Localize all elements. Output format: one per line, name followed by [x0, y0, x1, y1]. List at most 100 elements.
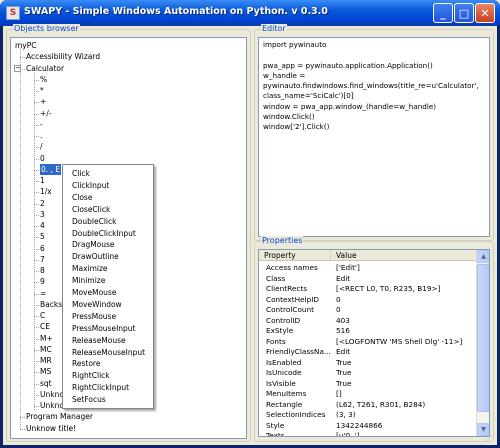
context-menu-item[interactable]: ReleaseMouseInput	[72, 347, 145, 359]
tree-item[interactable]: 5	[40, 231, 45, 242]
property-value: [<RECT L0, T0, R235, B19>]	[336, 284, 441, 293]
property-row[interactable]: Fonts [<LOGFONTW 'MS Shell Dlg' -11>]	[259, 337, 477, 348]
property-row[interactable]: ControlID 403	[259, 316, 477, 327]
property-value: [u'0. ']	[336, 431, 360, 437]
context-menu-item[interactable]: ClickInput	[72, 180, 109, 192]
context-menu-item[interactable]: Restore	[72, 358, 100, 370]
context-menu-item[interactable]: PressMouseInput	[72, 323, 136, 335]
context-menu-item[interactable]: Click	[72, 168, 90, 180]
tree-item[interactable]: Calculator	[26, 63, 64, 74]
maximize-icon: □	[458, 6, 470, 20]
context-menu-item[interactable]: RightClickInput	[72, 382, 129, 394]
tree-item[interactable]: 2	[40, 198, 45, 209]
property-row[interactable]: Style 1342244866	[259, 421, 477, 432]
minimize-button[interactable]: _	[433, 3, 453, 23]
editor-code[interactable]: import pywinauto pwa_app = pywinauto.app…	[263, 40, 479, 133]
tree-item[interactable]: 1	[40, 175, 45, 186]
property-row[interactable]: IsEnabled True	[259, 358, 477, 369]
tree-item[interactable]: -	[40, 119, 43, 130]
property-name: ControlID	[266, 315, 301, 325]
maximize-button[interactable]: □	[454, 3, 474, 23]
tree-item[interactable]: =	[40, 288, 46, 299]
property-value: Edit	[336, 347, 351, 356]
properties-list[interactable]: Property Value Access names ['Edit'] Class…	[258, 249, 490, 437]
title-bar[interactable]: S SWAPY - Simple Windows Automation on P…	[0, 0, 500, 26]
objects-browser-label: Objects browser	[13, 24, 80, 33]
column-header-property[interactable]: Property	[259, 250, 331, 261]
tree-item[interactable]: +	[40, 96, 46, 107]
property-row[interactable]: Class Edit	[259, 274, 477, 285]
property-row[interactable]: IsUnicode True	[259, 368, 477, 379]
tree-item[interactable]: myPC	[15, 40, 37, 51]
context-menu-item[interactable]: SetFocus	[72, 394, 106, 406]
tree-item[interactable]: 1/x	[40, 186, 52, 197]
tree-item[interactable]: MS	[40, 366, 51, 377]
context-menu-item[interactable]: DoubleClickInput	[72, 228, 136, 240]
property-name: Access names	[266, 263, 318, 272]
properties-scrollbar[interactable]: ▲ ▼	[476, 250, 489, 436]
tree-item[interactable]: /	[40, 141, 43, 152]
property-row[interactable]: ExStyle 516	[259, 326, 477, 337]
tree-item[interactable]: +/-	[40, 108, 52, 119]
property-row[interactable]: ClientRects [<RECT L0, T0, R235, B19>]	[259, 284, 477, 295]
property-value: [<LOGFONTW 'MS Shell Dlg' -11>]	[336, 336, 463, 346]
resize-grip-icon[interactable]: ⋰	[485, 434, 495, 444]
context-menu-item[interactable]: Maximize	[72, 263, 108, 275]
tree-item[interactable]: CE	[40, 321, 50, 332]
tree-item[interactable]: Unkno	[40, 400, 64, 411]
context-menu-item[interactable]: DrawOutline	[72, 251, 119, 263]
property-name: Texts	[266, 431, 285, 437]
context-menu-item[interactable]: DoubleClick	[72, 216, 116, 228]
properties-label: Properties	[261, 236, 304, 245]
tree-item[interactable]: Unknow title!	[26, 423, 76, 434]
context-menu-item[interactable]: CloseClick	[72, 204, 110, 216]
tree-item[interactable]: Backs	[40, 299, 62, 310]
property-row[interactable]: SelectionIndices (3, 3)	[259, 410, 477, 421]
tree-item[interactable]: %	[40, 74, 47, 85]
context-menu-item[interactable]: DragMouse	[72, 239, 115, 251]
context-menu-item[interactable]: Minimize	[72, 275, 105, 287]
scrollbar-thumb[interactable]	[477, 264, 489, 412]
context-menu-item[interactable]: MoveMouse	[72, 287, 116, 299]
property-row[interactable]: Access names ['Edit']	[259, 263, 477, 274]
column-header-value[interactable]: Value	[331, 250, 478, 261]
tree-item[interactable]: 7	[40, 254, 45, 265]
context-menu-item[interactable]: ReleaseMouse	[72, 335, 126, 347]
context-menu-item[interactable]: Close	[72, 192, 92, 204]
property-row[interactable]: Rectangle (L62, T261, R301, B284)	[259, 400, 477, 411]
tree-item[interactable]: Unkno	[40, 389, 64, 400]
tree-item[interactable]: C	[40, 310, 45, 321]
tree-item[interactable]: 3	[40, 209, 45, 220]
tree-item[interactable]: 8	[40, 265, 45, 276]
tree-item[interactable]: M+	[40, 333, 53, 344]
property-value: 0	[336, 294, 341, 304]
tree-item[interactable]: 0. , E	[40, 163, 62, 176]
tree-item[interactable]: 9	[40, 276, 45, 287]
tree-item[interactable]: MR	[40, 355, 52, 366]
tree-item[interactable]: 6	[40, 243, 45, 254]
property-row[interactable]: Texts [u'0. ']	[259, 431, 477, 437]
tree-item[interactable]: Accessibility Wizard	[26, 51, 100, 62]
swapy-window: S SWAPY - Simple Windows Automation on P…	[0, 0, 500, 448]
code-editor[interactable]: import pywinauto pwa_app = pywinauto.app…	[258, 37, 490, 237]
tree-item[interactable]: Program Manager	[26, 411, 93, 422]
tree-item[interactable]: *	[40, 85, 44, 96]
tree-item[interactable]: 0	[40, 153, 45, 164]
property-row[interactable]: ContextHelpID 0	[259, 295, 477, 306]
tree-item[interactable]: 4	[40, 220, 45, 231]
context-menu-item[interactable]: RightClick	[72, 370, 110, 382]
tree-item[interactable]: sqt	[40, 378, 52, 389]
property-row[interactable]: MenuItems []	[259, 389, 477, 400]
context-menu-item[interactable]: MoveWindow	[72, 299, 122, 311]
context-menu-item[interactable]: PressMouse	[72, 311, 116, 323]
swapy-app-icon[interactable]: S	[6, 6, 20, 20]
property-row[interactable]: ControlCount 0	[259, 305, 477, 316]
property-row[interactable]: IsVisible True	[259, 379, 477, 390]
property-row[interactable]: FriendlyClassNa... Edit	[259, 347, 477, 358]
close-button[interactable]: ✕	[475, 3, 495, 23]
scroll-up-icon[interactable]: ▲	[477, 250, 489, 263]
tree-item[interactable]: MC	[40, 344, 52, 355]
property-name: IsVisible	[266, 378, 296, 388]
property-name: SelectionIndices	[266, 410, 326, 419]
tree-item[interactable]: .	[40, 130, 42, 141]
